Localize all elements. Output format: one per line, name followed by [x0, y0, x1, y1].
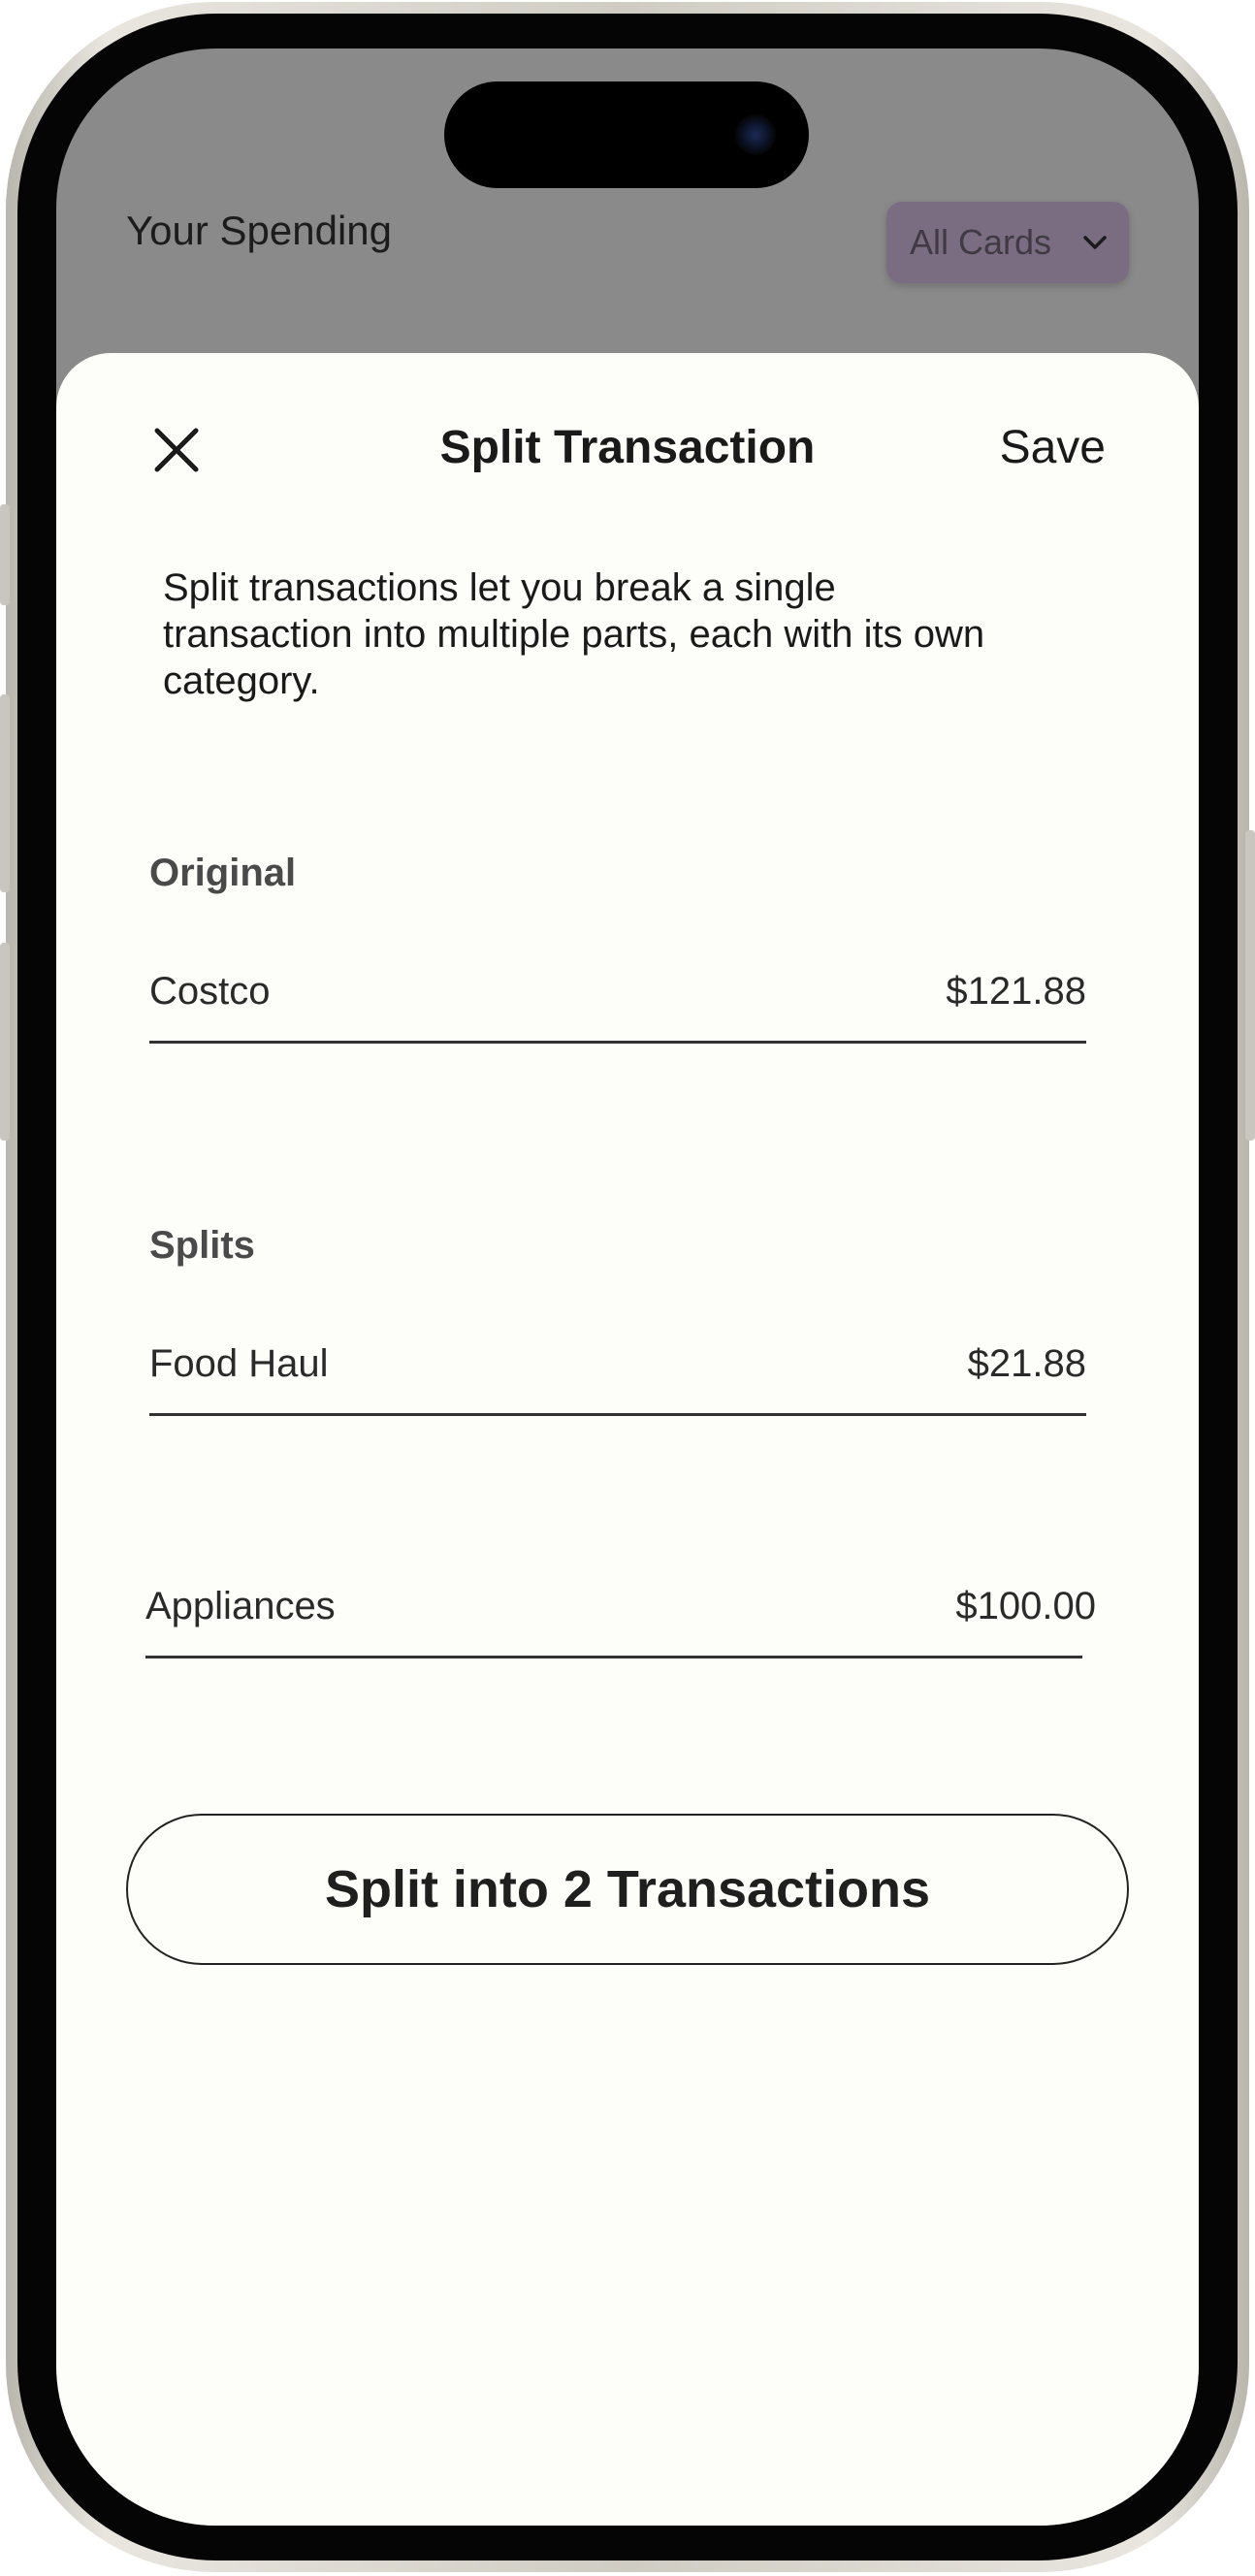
card-filter-label: All Cards — [910, 222, 1052, 262]
split-into-transactions-button[interactable]: Split into 2 Transactions — [126, 1814, 1129, 1965]
original-amount: $121.88 — [946, 970, 1086, 1013]
volume-up-button — [0, 694, 10, 892]
screen: Your Spending All Cards Split Transactio… — [56, 48, 1199, 2526]
original-merchant-name: Costco — [149, 970, 271, 1013]
splits-section-label: Splits — [149, 1224, 255, 1267]
camera-icon — [735, 114, 776, 155]
split-transaction-sheet: Split Transaction Save Split transaction… — [56, 353, 1199, 2526]
action-button — [0, 504, 10, 605]
original-transaction-row: Costco $121.88 — [149, 935, 1086, 1044]
card-filter-dropdown[interactable]: All Cards — [886, 202, 1129, 283]
split-row[interactable]: Appliances $100.00 — [145, 1550, 1096, 1658]
split-amount-field[interactable]: $21.88 — [968, 1342, 1086, 1386]
original-section-label: Original — [149, 852, 297, 894]
split-amount-field[interactable]: $100.00 — [955, 1585, 1096, 1628]
power-button — [1245, 830, 1255, 1141]
volume-down-button — [0, 943, 10, 1141]
dynamic-island — [444, 81, 809, 188]
page-title: Your Spending — [126, 208, 393, 253]
split-row[interactable]: Food Haul $21.88 — [149, 1307, 1086, 1416]
description-text: Split transactions let you break a singl… — [163, 566, 985, 702]
save-button[interactable]: Save — [1000, 421, 1106, 474]
split-name-field[interactable]: Food Haul — [149, 1342, 329, 1386]
chevron-down-icon — [1083, 236, 1107, 249]
split-name-field[interactable]: Appliances — [145, 1585, 336, 1628]
